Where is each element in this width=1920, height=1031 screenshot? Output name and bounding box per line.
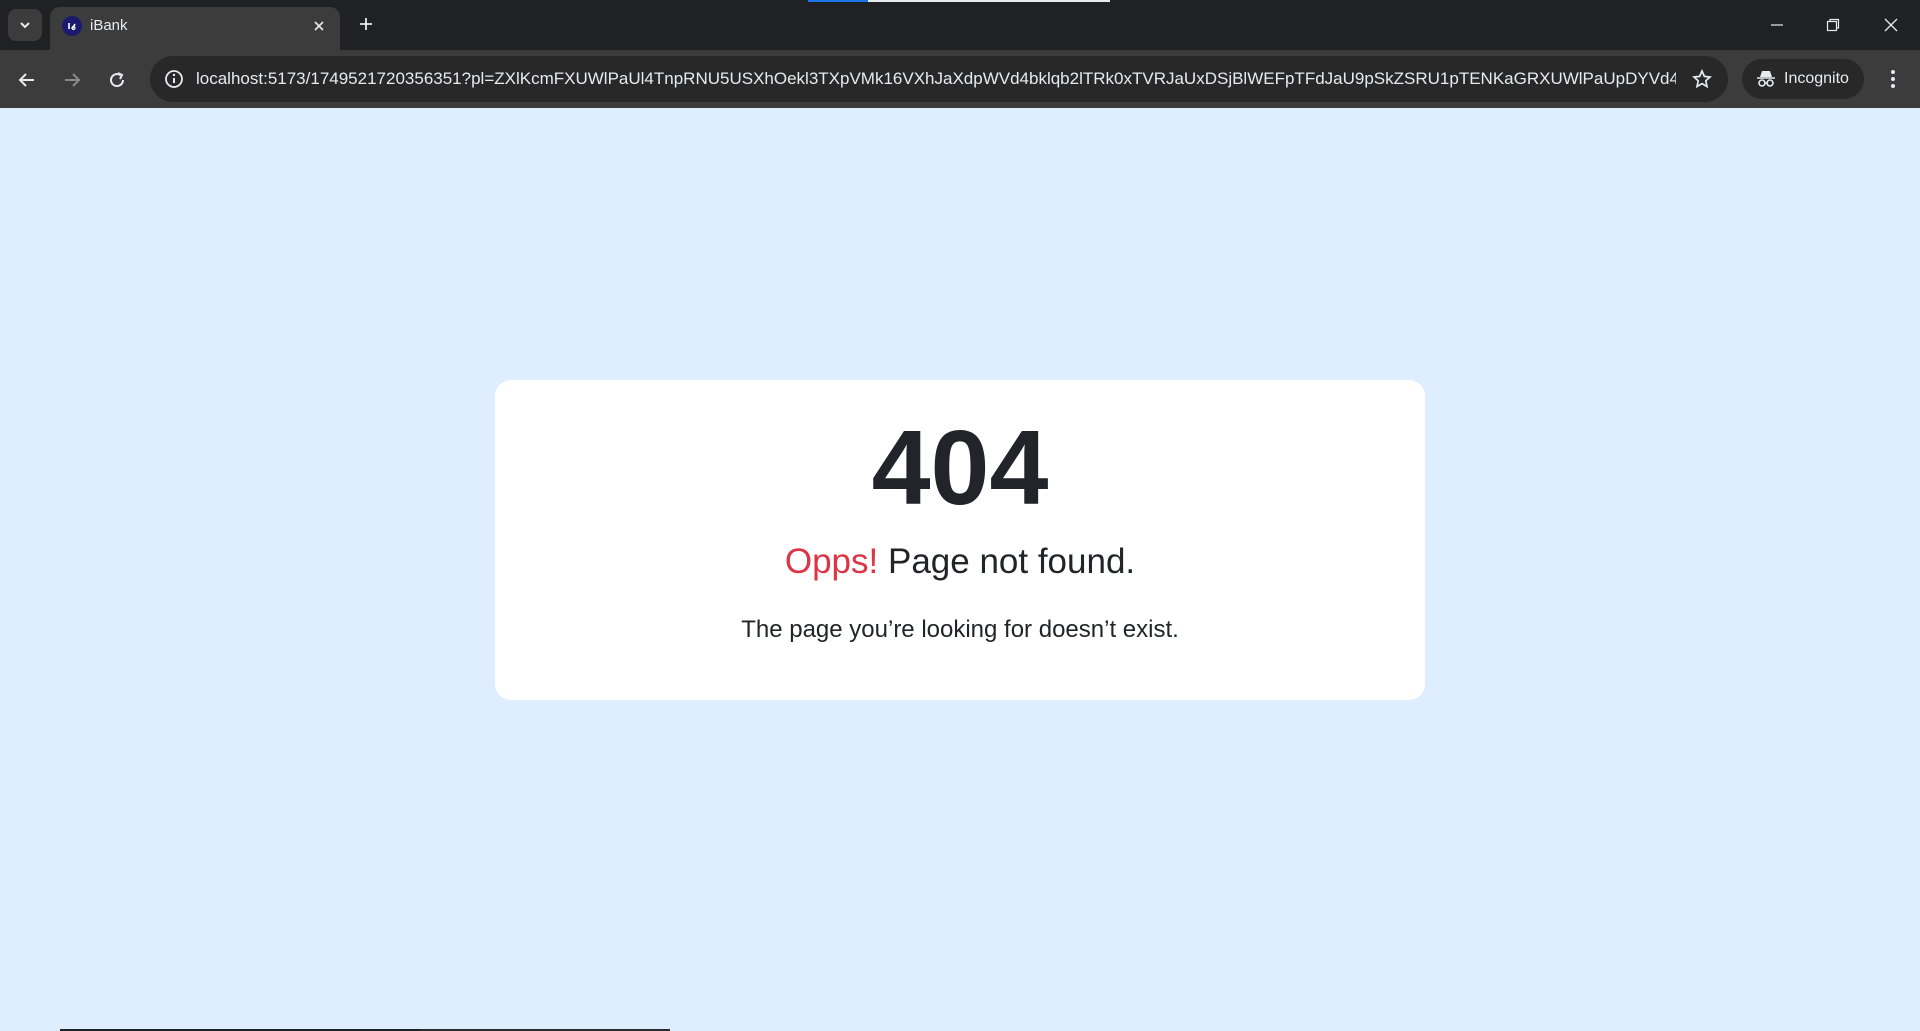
tab-search-button[interactable] bbox=[8, 9, 42, 41]
more-vertical-icon bbox=[1891, 70, 1895, 88]
site-info-button[interactable] bbox=[160, 65, 188, 93]
tab-close-button[interactable] bbox=[308, 15, 330, 37]
minimize-button[interactable] bbox=[1762, 10, 1792, 40]
ibank-favicon-icon bbox=[62, 16, 82, 36]
chevron-down-icon bbox=[20, 22, 30, 29]
browser-menu-button[interactable] bbox=[1878, 64, 1908, 94]
plus-icon bbox=[360, 18, 372, 30]
close-icon bbox=[314, 21, 324, 31]
error-headline-text: Page not found. bbox=[878, 542, 1136, 581]
back-button[interactable] bbox=[12, 65, 42, 95]
close-icon bbox=[1884, 18, 1898, 32]
minimize-icon bbox=[1771, 24, 1783, 26]
tab-strip: iBank bbox=[0, 0, 1920, 50]
address-bar[interactable]: localhost:5173/1749521720356351?pl=ZXlKc… bbox=[150, 56, 1728, 102]
arrow-left-icon bbox=[18, 73, 34, 87]
loading-indicator-track bbox=[868, 0, 1110, 2]
incognito-indicator[interactable]: Incognito bbox=[1742, 59, 1864, 99]
loading-indicator bbox=[808, 0, 868, 2]
error-message: The page you’re looking for doesn’t exis… bbox=[741, 616, 1179, 643]
bookmark-button[interactable] bbox=[1688, 65, 1716, 93]
info-icon bbox=[165, 70, 183, 88]
tab-active[interactable]: iBank bbox=[50, 7, 340, 50]
star-icon bbox=[1692, 69, 1712, 89]
incognito-icon bbox=[1757, 71, 1775, 87]
restore-icon bbox=[1826, 18, 1840, 32]
forward-button[interactable] bbox=[57, 65, 87, 95]
arrow-right-icon bbox=[65, 73, 81, 87]
restore-button[interactable] bbox=[1818, 10, 1848, 40]
not-found-card: 404 Opps! Page not found. The page you’r… bbox=[495, 380, 1425, 700]
close-window-button[interactable] bbox=[1876, 10, 1906, 40]
browser-toolbar: localhost:5173/1749521720356351?pl=ZXlKc… bbox=[0, 50, 1920, 108]
page-viewport: 404 Opps! Page not found. The page you’r… bbox=[0, 108, 1920, 1031]
error-code: 404 bbox=[871, 409, 1049, 527]
reload-icon bbox=[110, 72, 125, 88]
error-headline: Opps! Page not found. bbox=[495, 542, 1425, 582]
url-text[interactable]: localhost:5173/1749521720356351?pl=ZXlKc… bbox=[196, 69, 1676, 89]
new-tab-button[interactable] bbox=[352, 10, 380, 38]
incognito-label: Incognito bbox=[1784, 70, 1849, 87]
error-headline-highlight: Opps! bbox=[784, 542, 879, 581]
tab-title: iBank bbox=[90, 17, 128, 34]
reload-button[interactable] bbox=[102, 65, 132, 95]
